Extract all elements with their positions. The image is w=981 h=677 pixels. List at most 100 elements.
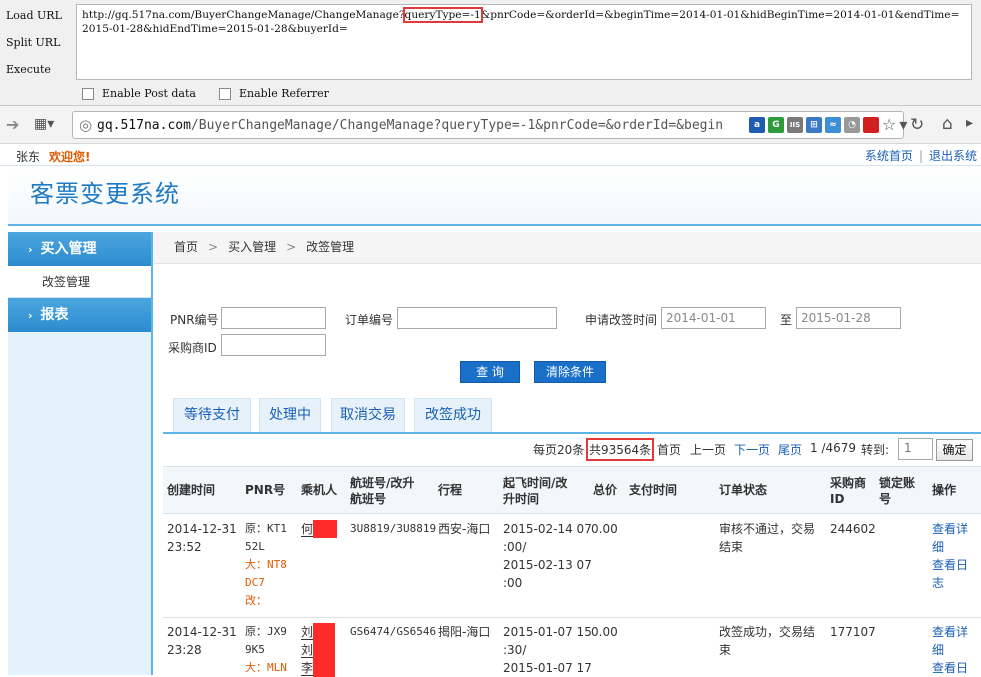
enable-referrer-checkbox[interactable]: Enable Referrer [219, 87, 329, 100]
pnr-input[interactable] [221, 307, 326, 329]
dep-line-3: 2015-01-07 17 [503, 661, 592, 675]
checkbox-box[interactable] [82, 87, 94, 100]
total-count: 共93564条 [585, 438, 655, 461]
order-id-input[interactable] [397, 307, 557, 329]
cell-create-time: 2014-12-31 23:52 [167, 520, 237, 556]
table-header: 创建时间 PNR号 乘机人 航班号/改升 航班号 行程 起飞时间/改 升时间 总价 … [163, 466, 981, 514]
tab-change-success[interactable]: 改签成功 [414, 398, 492, 432]
th-buyer-id: 采购商 ID [830, 475, 866, 507]
status-tabs: 等待支付 处理中 取消交易 改签成功 [163, 398, 981, 434]
sidebar-item-report[interactable]: › 报表 [8, 298, 151, 332]
breadcrumb-home[interactable]: 首页 [174, 240, 198, 254]
enable-post-checkbox[interactable]: Enable Post data [82, 87, 196, 100]
more-icon[interactable]: ▸ [966, 115, 973, 131]
end-time-input[interactable]: 2015-01-28 [796, 307, 901, 329]
extension-swirl-icon[interactable]: ◔ [844, 117, 860, 133]
sidebar-subitem-change-manage[interactable]: 改签管理 [8, 266, 151, 298]
tab-processing[interactable]: 处理中 [259, 398, 321, 432]
passenger-surname: 刘 [301, 625, 314, 639]
username: 张东 [16, 150, 41, 164]
cell-flight: GS6474/GS6546 [350, 625, 437, 638]
first-page-link[interactable]: 首页 [657, 441, 681, 458]
apps-grid-icon[interactable]: ▦▾ [34, 116, 54, 132]
address-url[interactable]: gq.517na.com/BuyerChangeManage/ChangeMan… [97, 118, 745, 133]
pnr-original: 原：KT1 [245, 522, 287, 535]
view-log-link[interactable]: 查看日 [932, 659, 968, 677]
pnr-label: PNR编号 [170, 313, 219, 327]
th-lock-l1: 锁定账 [879, 476, 916, 490]
goto-label: 转到: [861, 443, 890, 457]
execute-button[interactable]: Execute [6, 63, 72, 90]
home-icon[interactable]: ⌂ [942, 114, 953, 134]
per-page-text: 每页20条 [533, 443, 585, 457]
prev-page-link[interactable]: 上一页 [690, 441, 726, 458]
tab-waiting-payment[interactable]: 等待支付 [173, 398, 251, 432]
extension-flag-icon[interactable] [863, 117, 879, 133]
passenger-name[interactable]: 何 [301, 520, 338, 538]
extension-g-icon[interactable]: G [768, 117, 784, 133]
logout-link[interactable]: 退出系统 [929, 149, 977, 163]
buyer-id-input[interactable] [221, 334, 326, 356]
page-title: 客票变更系统 [30, 180, 180, 208]
search-button[interactable]: 查 询 [460, 361, 520, 383]
bookmark-star-icon[interactable]: ☆ [882, 117, 896, 133]
cell-pnr: 原：JX9 9K5 大：MLN [245, 623, 287, 677]
extension-wave-icon[interactable]: ≈ [825, 117, 841, 133]
enable-referrer-label: Enable Referrer [239, 87, 329, 100]
url-part-1: http://gq.517na.com/BuyerChangeManage/Ch… [82, 9, 405, 21]
th-buyer-l1: 采购商 [830, 476, 867, 490]
cell-route: 揭阳-海口 [438, 625, 491, 639]
clear-button[interactable]: 清除条件 [534, 361, 606, 383]
extension-iis-icon[interactable]: IIS [787, 117, 803, 133]
dep-line-2: :30/ [503, 643, 527, 657]
tab-cancelled[interactable]: 取消交易 [331, 398, 405, 432]
passenger-name[interactable]: 李 [301, 659, 336, 677]
th-pay-time: 支付时间 [629, 483, 678, 497]
last-page-link[interactable]: 尾页 [778, 441, 802, 458]
dep-line-2: :00/ [503, 540, 527, 554]
dep-line-1: 2015-02-14 07 [503, 522, 592, 536]
view-detail-link[interactable]: 查看详细 [932, 623, 968, 659]
pagination: 每页20条 共93564条 首页 上一页 下一页 尾页 1 /4679 转到: … [163, 437, 981, 463]
address-bar[interactable]: ◎ gq.517na.com/BuyerChangeManage/ChangeM… [72, 111, 907, 139]
view-detail-link[interactable]: 查看详细 [932, 520, 968, 556]
page-number-input[interactable]: 1 [898, 438, 933, 460]
hackbar-actions: Load URL Split URL Execute [6, 9, 72, 90]
extension-windows-icon[interactable]: ⊞ [806, 117, 822, 133]
system-home-link[interactable]: 系统首页 [865, 149, 913, 163]
view-line-2: 细 [932, 643, 945, 657]
pnr-changed: 改： [245, 594, 267, 607]
passenger-name[interactable]: 刘 [301, 623, 336, 641]
th-dep-l2: 升时间 [503, 492, 540, 506]
split-url-button[interactable]: Split URL [6, 36, 72, 63]
checkbox-box[interactable] [219, 87, 231, 100]
cell-status: 审核不通过，交易 结束 [719, 520, 815, 556]
next-page-link[interactable]: 下一页 [734, 441, 770, 458]
breadcrumb-level1[interactable]: 买入管理 [228, 240, 276, 254]
pnr-big: 大：MLN [245, 661, 287, 674]
log-line-2: 志 [932, 576, 945, 590]
buyer-id-label: 采购商ID [168, 341, 217, 355]
sidebar-item-buy-manage[interactable]: › 买入管理 [8, 232, 151, 266]
sidebar-item-label: 报表 [40, 307, 69, 323]
begin-time-input[interactable]: 2014-01-01 [661, 307, 766, 329]
passenger-name[interactable]: 刘 [301, 641, 336, 659]
cell-total: 0.00 [591, 522, 618, 536]
th-total: 总价 [593, 483, 618, 497]
hackbar-url-textarea[interactable]: http://gq.517na.com/BuyerChangeManage/Ch… [76, 4, 972, 80]
forward-icon[interactable]: ➔ [6, 115, 19, 134]
dropdown-arrow-icon[interactable]: ▾ [899, 117, 907, 133]
confirm-button[interactable]: 确定 [936, 439, 973, 461]
cell-buyer-id: 177107 [830, 625, 876, 639]
redaction-block [313, 520, 338, 538]
order-id-label: 订单编号 [345, 313, 394, 327]
status-line-2: 束 [719, 643, 732, 657]
chevron-right-icon: › [28, 243, 33, 256]
reload-icon[interactable]: ↻ [910, 115, 924, 135]
chevron-right-icon: › [28, 309, 33, 322]
load-url-button[interactable]: Load URL [6, 9, 72, 36]
view-log-link[interactable]: 查看日志 [932, 556, 968, 592]
cell-flight: 3U8819/3U8819 [350, 522, 437, 535]
extension-abp-icon[interactable]: a [749, 117, 765, 133]
link-separator: | [918, 149, 923, 163]
